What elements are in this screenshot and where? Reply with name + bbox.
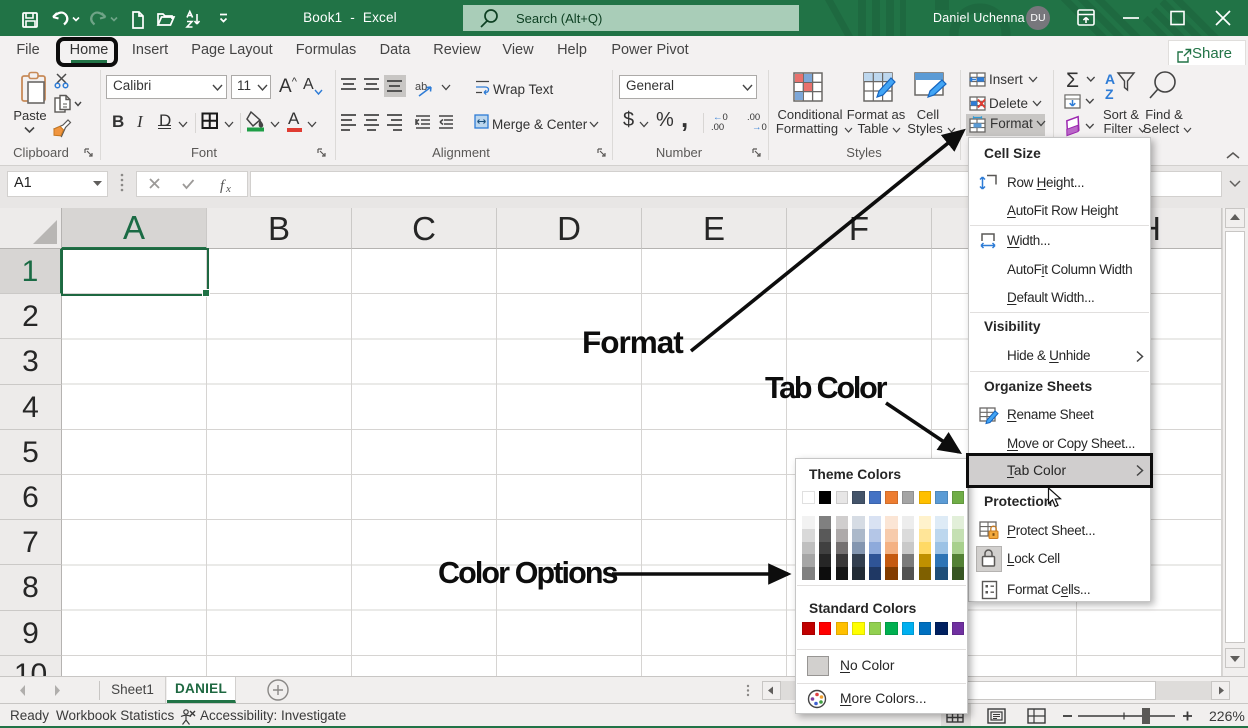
svg-text:→0: →0 (752, 122, 767, 133)
svg-text:.00: .00 (711, 122, 724, 133)
svg-text:A: A (1105, 71, 1115, 87)
svg-text:Z: Z (1105, 86, 1114, 102)
svg-text:x: x (225, 183, 231, 195)
